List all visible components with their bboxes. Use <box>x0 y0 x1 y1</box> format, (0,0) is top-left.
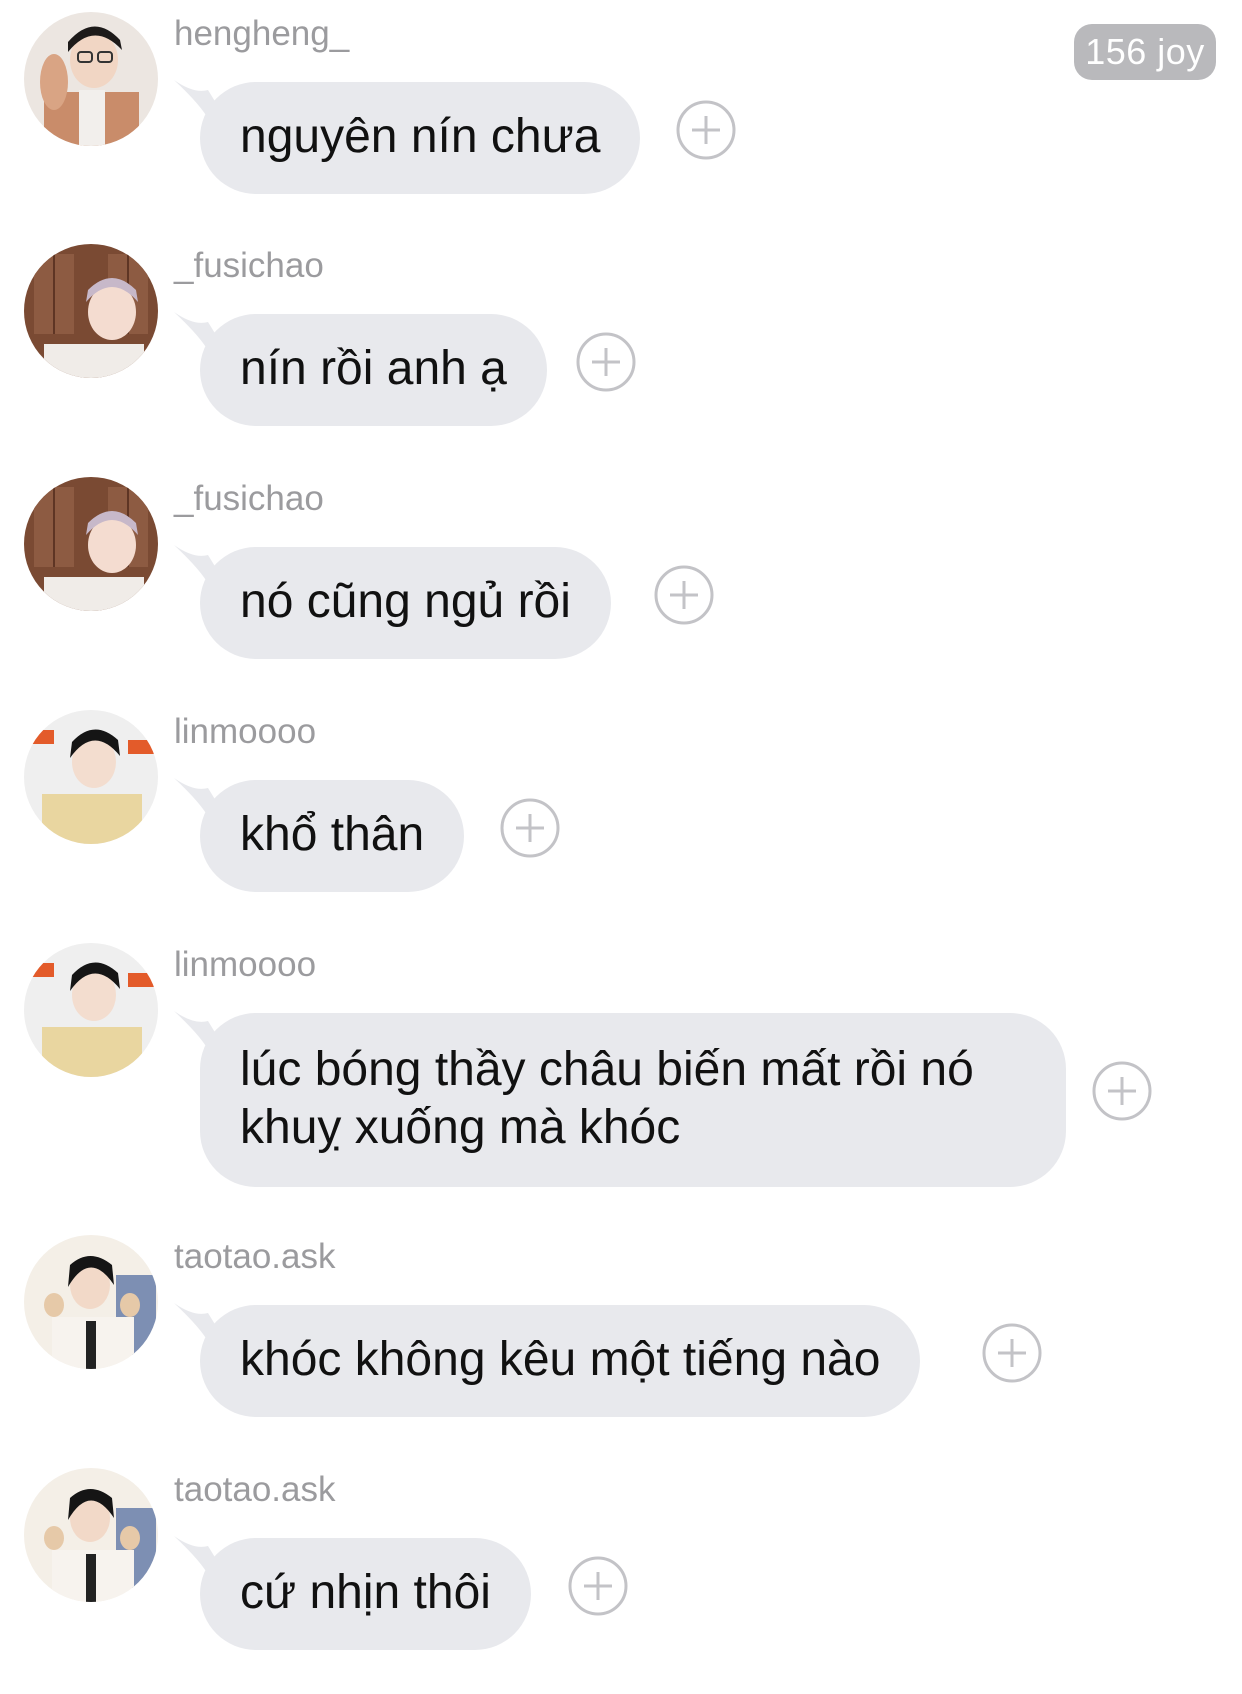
avatar[interactable] <box>24 1468 158 1602</box>
avatar[interactable] <box>24 710 158 844</box>
plus-circle-icon[interactable] <box>654 565 714 625</box>
avatar[interactable] <box>24 1235 158 1369</box>
avatar[interactable] <box>24 12 158 146</box>
plus-circle-icon[interactable] <box>982 1323 1042 1383</box>
plus-circle-icon[interactable] <box>500 798 560 858</box>
avatar[interactable] <box>24 244 158 378</box>
plus-circle-icon[interactable] <box>568 1556 628 1616</box>
message-bubble[interactable]: khóc không kêu một tiếng nào <box>200 1305 921 1417</box>
username[interactable]: hengheng_ <box>174 12 349 56</box>
plus-circle-icon[interactable] <box>676 100 736 160</box>
username[interactable]: _fusichao <box>174 477 324 521</box>
message-bubble[interactable]: nín rồi anh ạ <box>200 314 547 426</box>
message-bubble[interactable]: lúc bóng thầy châu biến mất rồi nó khuỵ … <box>200 1013 1066 1187</box>
message-bubble[interactable]: nguyên nín chưa <box>200 82 641 194</box>
message-bubble[interactable]: nó cũng ngủ rồi <box>200 547 611 659</box>
message-bubble[interactable]: khổ thân <box>200 780 465 892</box>
username[interactable]: linmoooo <box>174 943 316 987</box>
plus-circle-icon[interactable] <box>576 332 636 392</box>
username[interactable]: linmoooo <box>174 710 316 754</box>
joy-count-badge: 156 joy <box>1074 24 1216 80</box>
username[interactable]: taotao.ask <box>174 1235 336 1279</box>
avatar[interactable] <box>24 477 158 611</box>
username[interactable]: _fusichao <box>174 244 324 288</box>
plus-circle-icon[interactable] <box>1092 1061 1152 1121</box>
username[interactable]: taotao.ask <box>174 1468 336 1512</box>
message-bubble[interactable]: cứ nhịn thôi <box>200 1538 531 1650</box>
avatar[interactable] <box>24 943 158 1077</box>
